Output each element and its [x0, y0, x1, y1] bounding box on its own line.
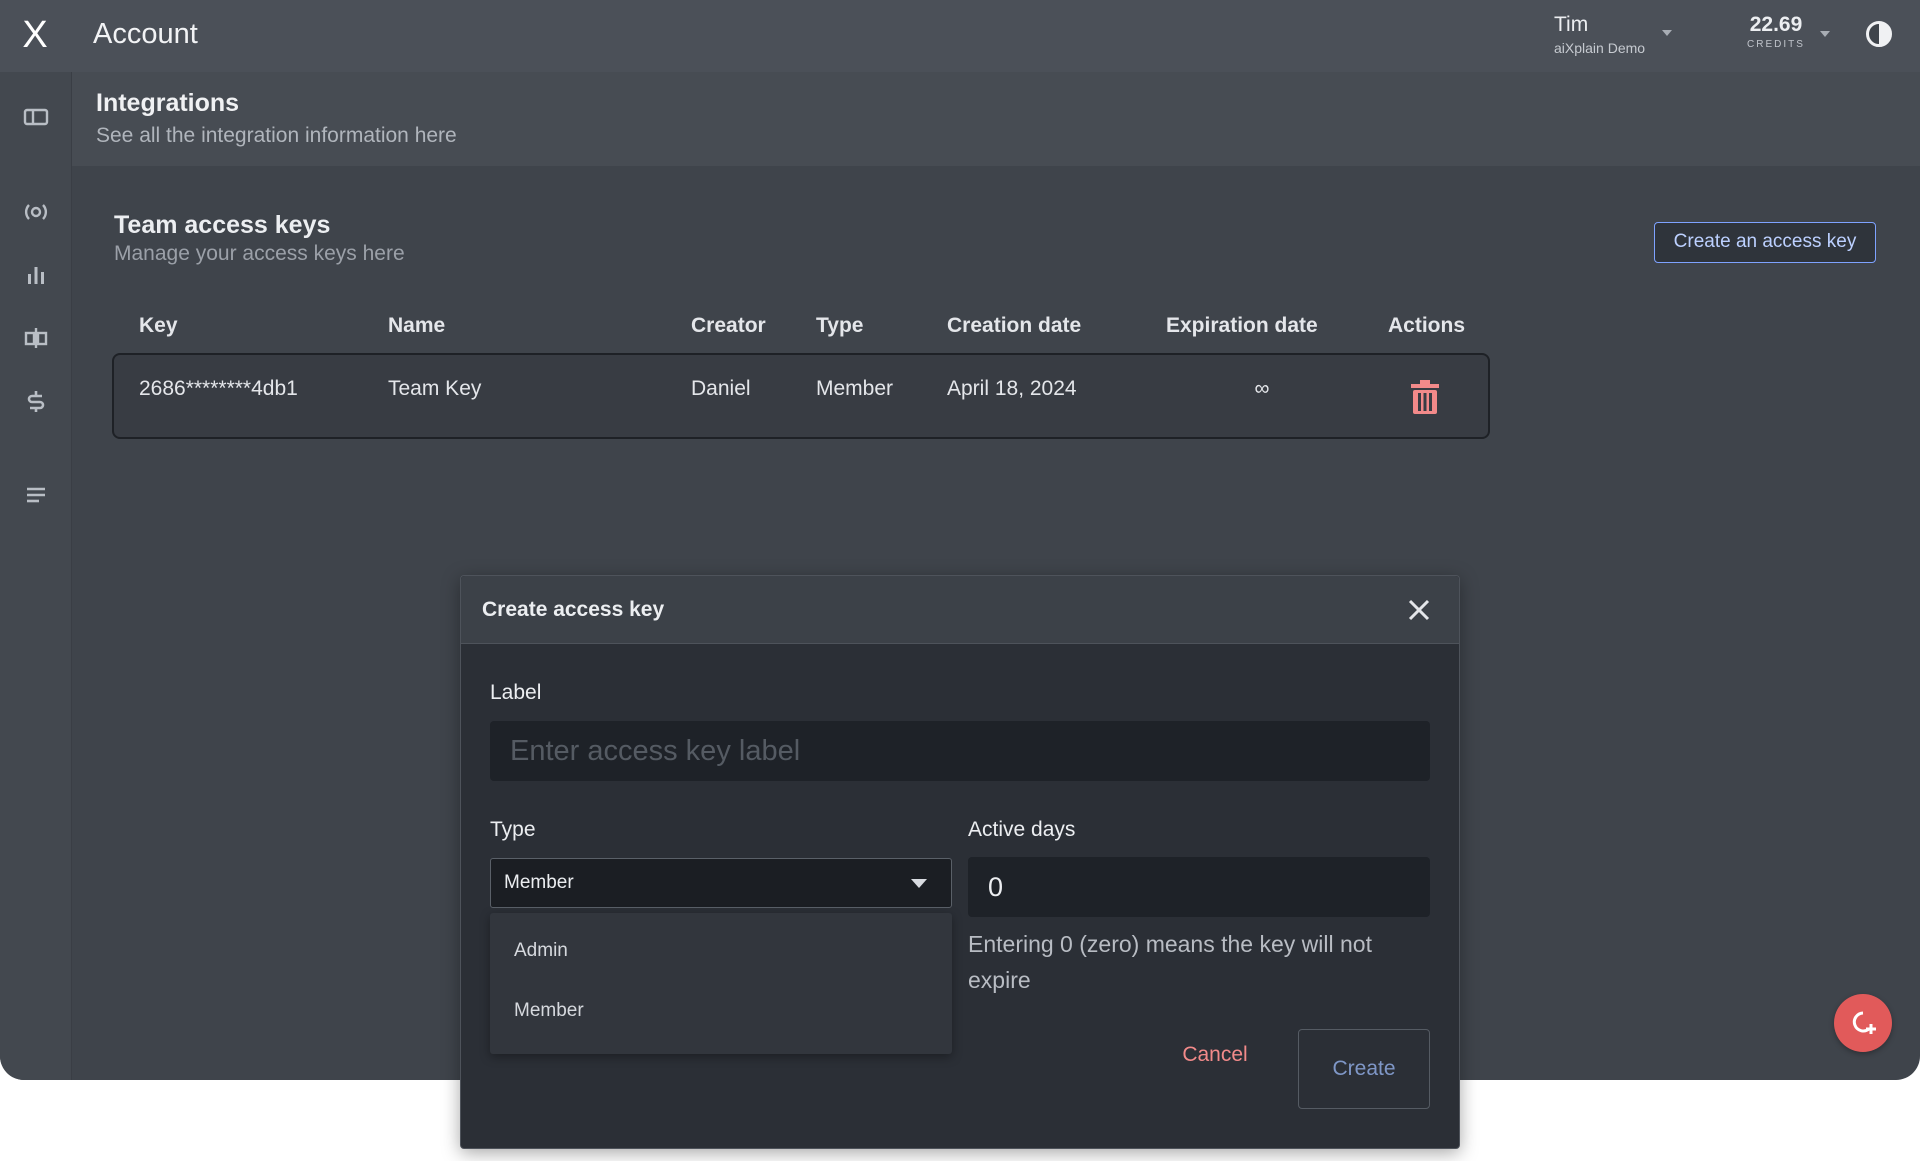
top-bar: X Account Tim aiXplain Demo 22.69 CREDIT… — [0, 0, 1920, 72]
cell-expiration-date: ∞ — [1254, 377, 1270, 400]
credits-value: 22.69 — [1749, 13, 1803, 36]
column-header-type: Type — [816, 314, 864, 337]
user-menu[interactable]: Tim aiXplain Demo — [1554, 12, 1684, 60]
support-chat-button[interactable] — [1834, 994, 1892, 1052]
active-days-field-label: Active days — [968, 818, 1076, 841]
cell-type: Member — [816, 377, 894, 400]
create-access-key-button[interactable]: Create an access key — [1654, 222, 1876, 263]
models-icon — [24, 204, 48, 220]
sidebar-item-dashboard[interactable] — [20, 101, 52, 133]
column-header-name: Name — [388, 314, 446, 337]
section-title: Team access keys — [114, 211, 331, 239]
page-header: Integrations See all the integration inf… — [72, 72, 1920, 166]
column-header-creation-date: Creation date — [947, 314, 1082, 337]
app-logo[interactable]: X — [20, 14, 50, 56]
user-name: Tim — [1554, 13, 1589, 36]
delete-key-button[interactable] — [1410, 379, 1440, 415]
dialog-header: Create access key — [461, 576, 1459, 644]
cell-key: 2686********4db1 — [139, 377, 298, 400]
label-field-label: Label — [490, 681, 542, 704]
type-option-admin[interactable]: Admin — [490, 923, 952, 979]
sidebar-item-docs[interactable] — [20, 479, 52, 511]
caret-down-icon — [911, 879, 927, 888]
column-header-creator: Creator — [691, 314, 766, 337]
column-header-actions: Actions — [1388, 314, 1466, 337]
chevron-down-icon[interactable] — [1662, 30, 1672, 36]
create-button[interactable]: Create — [1298, 1029, 1430, 1109]
sidebar-item-compare[interactable] — [20, 322, 52, 354]
trash-icon — [1411, 380, 1439, 414]
close-dialog-button[interactable] — [1405, 596, 1433, 624]
chat-icon — [1852, 1011, 1876, 1034]
sidebar — [0, 72, 72, 1080]
compare-icon — [24, 328, 48, 348]
close-icon — [1408, 599, 1430, 621]
type-select-value: Member — [504, 872, 574, 893]
active-days-input[interactable] — [968, 857, 1430, 917]
page-subtitle: See all the integration information here — [96, 124, 457, 147]
type-select[interactable]: Member — [490, 858, 952, 908]
type-options-dropdown: Admin Member — [490, 913, 952, 1054]
analytics-icon — [28, 267, 44, 284]
theme-toggle-icon[interactable] — [1866, 21, 1892, 47]
cell-creator: Daniel — [691, 377, 751, 400]
app-title: Account — [93, 18, 198, 50]
dashboard-icon — [23, 108, 49, 126]
type-option-member[interactable]: Member — [490, 983, 952, 1039]
sidebar-item-models[interactable] — [20, 196, 52, 228]
page-title: Integrations — [96, 89, 240, 117]
create-access-key-dialog: Create access key Label Type Member Admi… — [460, 575, 1460, 1149]
sidebar-item-analytics[interactable] — [20, 259, 52, 291]
cell-creation-date: April 18, 2024 — [947, 377, 1077, 400]
user-org: aiXplain Demo — [1554, 40, 1646, 56]
column-header-expiration-date: Expiration date — [1166, 314, 1318, 337]
cancel-button[interactable]: Cancel — [1155, 1030, 1275, 1080]
credits-label: CREDITS — [1747, 39, 1805, 50]
cell-name: Team Key — [388, 377, 482, 400]
section-subtitle: Manage your access keys here — [114, 242, 405, 265]
type-field-label: Type — [490, 818, 536, 841]
billing-icon — [27, 391, 45, 412]
menu-icon — [27, 487, 45, 503]
active-days-hint: Entering 0 (zero) means the key will not… — [968, 931, 1372, 993]
credits-display[interactable]: 22.69 CREDITS — [1738, 12, 1814, 56]
dialog-title: Create access key — [482, 598, 665, 621]
chevron-down-icon[interactable] — [1820, 31, 1830, 37]
table-row: 2686********4db1 Team Key Daniel Member … — [112, 353, 1490, 439]
column-header-key: Key — [139, 314, 178, 337]
access-key-label-input[interactable] — [490, 721, 1430, 781]
sidebar-item-billing[interactable] — [20, 385, 52, 417]
